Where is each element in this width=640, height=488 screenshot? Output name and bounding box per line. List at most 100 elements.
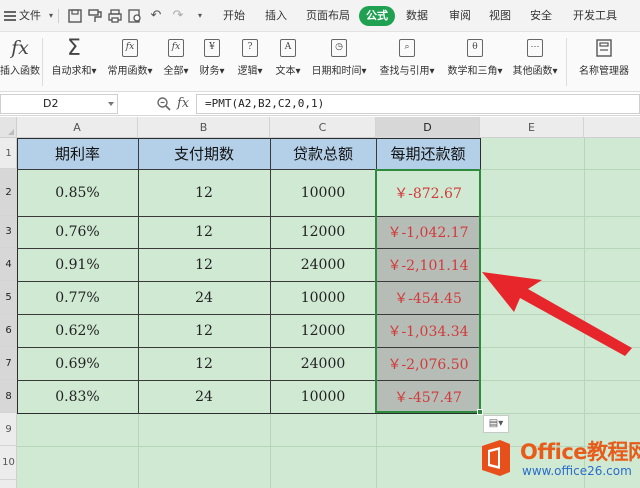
all-functions-label: 全部▾ — [163, 66, 189, 77]
redo-icon[interactable]: ↷ — [170, 8, 186, 24]
row-header-2[interactable]: 2 — [0, 169, 17, 216]
magnify-glyph: ⌕ — [399, 39, 415, 57]
clock-glyph: ◷ — [331, 39, 347, 57]
row-header-5[interactable]: 5 — [0, 281, 17, 314]
clock-icon: ◷ — [327, 36, 351, 60]
format-painter-icon[interactable] — [87, 8, 103, 24]
tab-home[interactable]: 开始 — [223, 0, 245, 32]
row-header-9[interactable]: 9 — [0, 413, 17, 446]
yen-glyph: ¥ — [204, 39, 220, 57]
row-header-10[interactable]: 10 — [0, 446, 17, 480]
chevron-down-icon[interactable]: ▾ — [192, 8, 208, 24]
name-manager-label: 名称管理器 — [579, 66, 629, 77]
dots-glyph: ⋯ — [527, 39, 543, 57]
ribbon-toolbar: fx 插入函数 Σ 自动求和▾ fx 常用函数▾ fx 全部▾ ¥ 财务▾ ? … — [0, 32, 640, 92]
grid-line — [138, 413, 139, 488]
column-header-e[interactable]: E — [480, 117, 584, 138]
tab-page-layout[interactable]: 页面布局 — [306, 0, 350, 32]
hamburger-menu-icon[interactable] — [4, 11, 16, 21]
grid-line — [270, 413, 271, 488]
tab-insert[interactable]: 插入 — [265, 0, 287, 32]
name-manager-glyph — [596, 39, 612, 57]
fx-icon: fx — [11, 37, 29, 59]
all-functions-button[interactable]: fx 全部▾ — [160, 32, 192, 92]
formula-bar: D2 fx =PMT(A2,B2,C2,0,1) — [0, 92, 640, 116]
office-logo-icon — [482, 440, 510, 476]
other-functions-label: 其他函数▾ — [512, 66, 558, 77]
column-header-a[interactable]: A — [17, 117, 138, 138]
select-all-corner[interactable] — [0, 117, 17, 138]
row-header-1[interactable]: 1 — [0, 138, 17, 169]
annotation-arrow — [482, 272, 632, 356]
lookup-reference-button[interactable]: ⌕ 查找与引用▾ — [376, 32, 438, 92]
print-preview-icon[interactable] — [127, 8, 143, 24]
chevron-down-icon[interactable] — [108, 102, 114, 106]
file-menu[interactable]: 文件 — [19, 0, 41, 32]
grid-line — [480, 169, 640, 170]
auto-sum-label: 自动求和▾ — [51, 66, 97, 77]
grid-line — [480, 248, 640, 249]
common-functions-button[interactable]: fx 常用函数▾ — [104, 32, 156, 92]
dots-icon: ⋯ — [523, 36, 547, 60]
yen-icon: ¥ — [200, 36, 224, 60]
ribbon-separator — [42, 38, 43, 86]
date-time-label: 日期和时间▾ — [311, 66, 367, 77]
insert-function-label: 插入函数 — [0, 66, 40, 77]
table-line — [270, 138, 271, 414]
cell-reference: D2 — [43, 97, 59, 110]
text-a-glyph: A — [280, 39, 296, 57]
financial-button[interactable]: ¥ 财务▾ — [196, 32, 228, 92]
column-header-d[interactable]: D — [376, 117, 480, 138]
magnify-icon: ⌕ — [395, 36, 419, 60]
logical-button[interactable]: ? 逻辑▾ — [234, 32, 266, 92]
other-functions-button[interactable]: ⋯ 其他函数▾ — [510, 32, 560, 92]
text-button[interactable]: A 文本▾ — [272, 32, 304, 92]
tab-security[interactable]: 安全 — [530, 0, 552, 32]
print-icon[interactable] — [107, 8, 123, 24]
save-icon[interactable] — [67, 8, 83, 24]
insert-function-button[interactable]: fx 插入函数 — [0, 32, 40, 92]
star-fx-icon: fx — [118, 36, 142, 60]
text-a-icon: A — [276, 36, 300, 60]
question-icon: ? — [238, 36, 262, 60]
fx-icon[interactable]: fx — [177, 94, 189, 114]
row-header-6[interactable]: 6 — [0, 314, 17, 347]
undo-icon[interactable]: ↶ — [148, 8, 164, 24]
tab-formulas[interactable]: 公式 — [359, 6, 395, 26]
paste-options-icon[interactable]: ▤▾ — [483, 415, 509, 433]
chevron-down-icon[interactable]: ▾ — [43, 8, 59, 24]
text-label: 文本▾ — [275, 66, 301, 77]
table-line — [138, 138, 139, 414]
math-trig-button[interactable]: θ 数学和三角▾ — [444, 32, 506, 92]
site-watermark: Office教程网 www.office26.com — [478, 434, 640, 486]
watermark-url: www.office26.com — [522, 464, 632, 478]
star-fx-glyph: fx — [122, 39, 138, 57]
auto-sum-button[interactable]: Σ 自动求和▾ — [48, 32, 100, 92]
all-fx-icon: fx — [164, 36, 188, 60]
tab-data[interactable]: 数据 — [406, 0, 428, 32]
watermark-title: Office教程网 — [520, 440, 640, 464]
name-manager-icon — [592, 36, 616, 60]
name-manager-button[interactable]: 名称管理器 — [574, 32, 634, 92]
formula-input[interactable]: =PMT(A2,B2,C2,0,1) — [196, 94, 640, 114]
common-functions-label: 常用函数▾ — [107, 66, 153, 77]
column-header-c[interactable]: C — [270, 117, 376, 138]
row-header-7[interactable]: 7 — [0, 347, 17, 380]
row-header-3[interactable]: 3 — [0, 216, 17, 248]
name-box[interactable]: D2 — [0, 94, 118, 114]
grid-line — [480, 216, 640, 217]
date-time-button[interactable]: ◷ 日期和时间▾ — [310, 32, 368, 92]
sigma-icon: Σ — [67, 35, 81, 61]
zoom-icon[interactable] — [156, 96, 172, 112]
logical-label: 逻辑▾ — [237, 66, 263, 77]
tab-review[interactable]: 审阅 — [449, 0, 471, 32]
math-trig-label: 数学和三角▾ — [447, 66, 503, 77]
menu-bar: 文件 ▾ ↶ ↷ ▾ 开始 插入 页面布局 公式 数据 审阅 视图 安全 开发工… — [0, 0, 640, 32]
row-header-8[interactable]: 8 — [0, 380, 17, 413]
tab-view[interactable]: 视图 — [489, 0, 511, 32]
menu-separator — [58, 9, 59, 23]
row-header-4[interactable]: 4 — [0, 248, 17, 281]
financial-label: 财务▾ — [199, 66, 225, 77]
tab-developer[interactable]: 开发工具 — [573, 0, 617, 32]
column-header-b[interactable]: B — [138, 117, 270, 138]
